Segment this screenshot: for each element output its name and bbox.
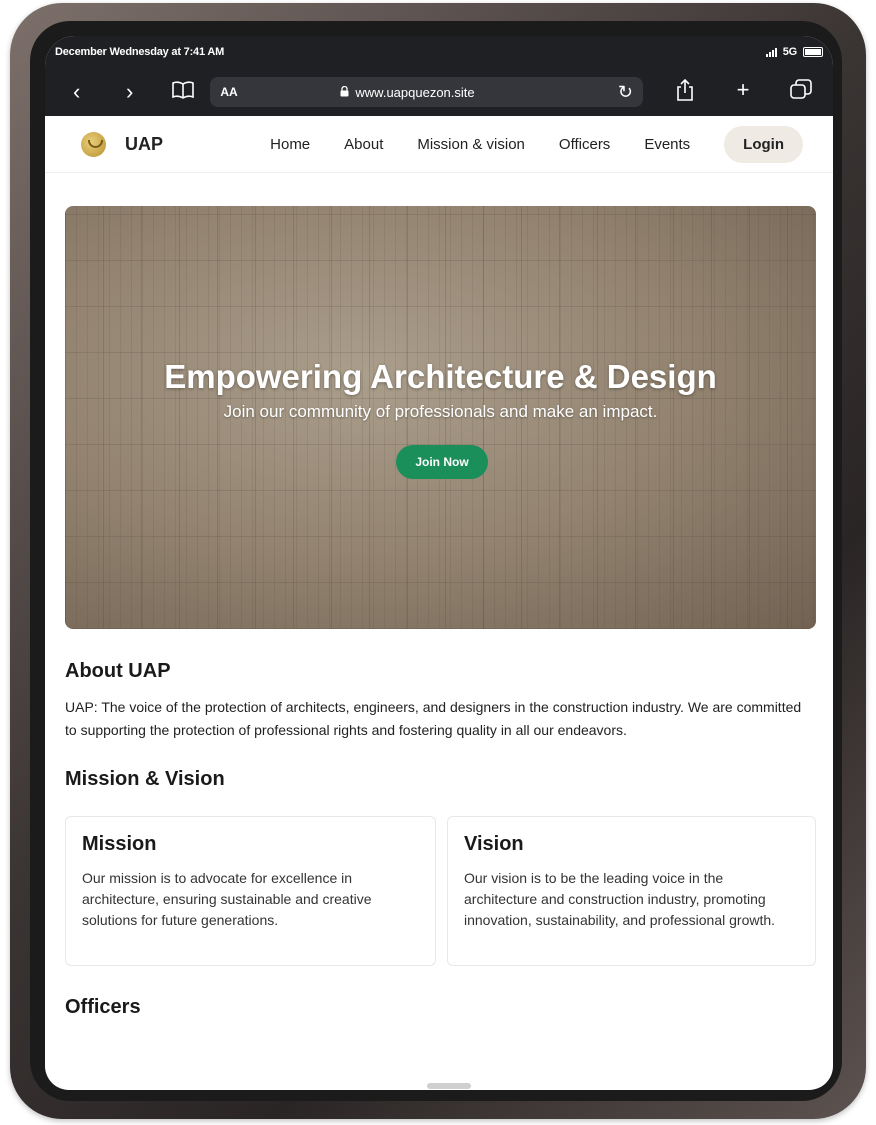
- nav-link-about[interactable]: About: [344, 136, 383, 153]
- status-bar: December Wednesday at 7:41 AM 5G: [45, 36, 833, 68]
- login-button[interactable]: Login: [724, 125, 803, 163]
- mission-text: Our mission is to advocate for excellenc…: [82, 870, 372, 928]
- status-indicators: 5G: [765, 46, 823, 58]
- network-label: 5G: [782, 46, 797, 58]
- status-datetime: December Wednesday at 7:41 AM: [55, 46, 225, 58]
- bookmarks-icon[interactable]: [163, 81, 202, 103]
- tabs-icon[interactable]: [781, 79, 821, 105]
- nav-link-mission-vision[interactable]: Mission & vision: [417, 136, 525, 153]
- vision-text: Our vision is to be the leading voice in…: [464, 870, 776, 928]
- home-indicator[interactable]: [427, 1083, 471, 1089]
- reload-icon[interactable]: ↻: [618, 82, 633, 103]
- mission-card: Mission Our mission is to advocate for e…: [65, 816, 436, 966]
- text-size-button[interactable]: AA: [220, 85, 340, 99]
- hero-banner: Empowering Architecture & Design Join ou…: [65, 206, 816, 629]
- back-icon[interactable]: ‹: [57, 81, 96, 103]
- mission-title: Mission: [82, 833, 157, 855]
- url-text: www.uapquezon.site: [355, 84, 475, 100]
- site-navbar: UAP Home About Mission & vision Officers…: [45, 116, 833, 173]
- screen: December Wednesday at 7:41 AM 5G ‹ › AA …: [45, 36, 833, 1090]
- about-heading: About UAP: [65, 660, 171, 682]
- nav-link-home[interactable]: Home: [270, 136, 310, 153]
- hero-title: Empowering Architecture & Design: [164, 358, 717, 395]
- join-now-button[interactable]: Join Now: [396, 445, 488, 479]
- brand-name[interactable]: UAP: [125, 134, 163, 155]
- address-bar[interactable]: AA www.uapquezon.site ↻: [210, 77, 643, 107]
- browser-toolbar: ‹ › AA www.uapquezon.site ↻ +: [45, 68, 833, 116]
- about-text: UAP: The voice of the protection of arch…: [65, 699, 802, 738]
- uap-logo[interactable]: [81, 131, 106, 157]
- forward-icon[interactable]: ›: [110, 81, 149, 103]
- nav-link-officers[interactable]: Officers: [559, 136, 610, 153]
- nav-links: Home About Mission & vision Officers Eve…: [270, 125, 803, 163]
- signal-icon: [765, 47, 777, 57]
- hero-subtitle: Join our community of professionals and …: [223, 402, 658, 421]
- nav-link-events[interactable]: Events: [644, 136, 690, 153]
- lock-icon: [340, 85, 349, 100]
- vision-title: Vision: [464, 833, 524, 855]
- battery-icon: [803, 47, 823, 57]
- officers-heading: Officers: [65, 996, 141, 1018]
- new-tab-icon[interactable]: +: [723, 79, 763, 105]
- mission-vision-heading: Mission & Vision: [65, 768, 225, 790]
- vision-card: Vision Our vision is to be the leading v…: [447, 816, 816, 966]
- share-icon[interactable]: [665, 78, 705, 105]
